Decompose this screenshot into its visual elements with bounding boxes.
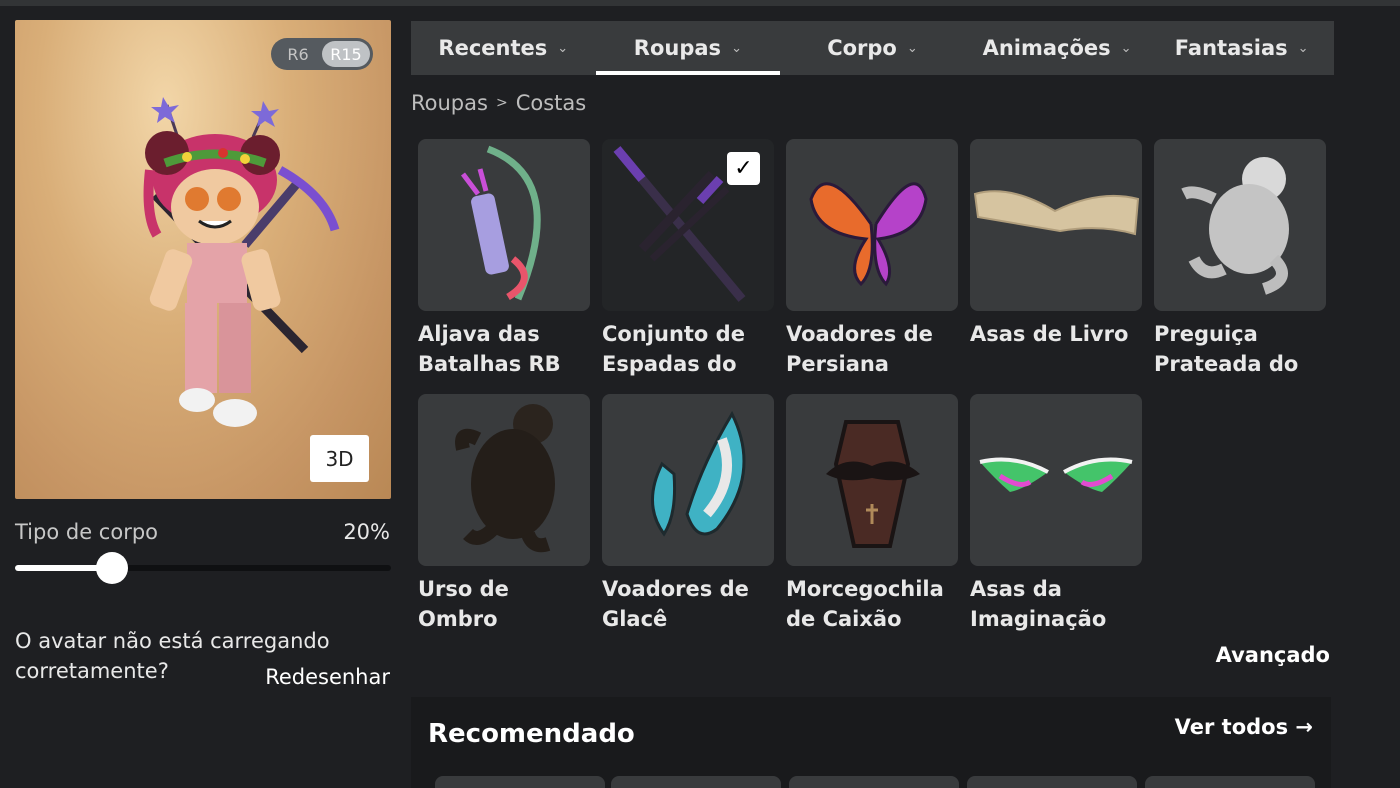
rainbow-wings-icon: [979, 457, 1133, 492]
item-card[interactable]: Aljava das Batalhas RB: [418, 139, 590, 379]
item-thumbnail[interactable]: [418, 394, 590, 566]
recommended-card[interactable]: [1145, 776, 1315, 788]
recommended-card[interactable]: [967, 776, 1137, 788]
item-card[interactable]: Voadores de Persiana: [786, 139, 958, 379]
item-name: Aljava das Batalhas RB: [418, 322, 561, 376]
tab-label: Roupas: [633, 36, 722, 60]
body-type-slider[interactable]: [15, 552, 391, 584]
item-card[interactable]: Asas de Livro: [970, 139, 1142, 379]
tab-fantasias[interactable]: Fantasias ⌄: [1149, 21, 1334, 75]
item-card[interactable]: Morcegochila de Caixão: [786, 394, 958, 634]
paper-wings-icon: [973, 190, 1140, 236]
item-thumbnail[interactable]: [418, 139, 590, 311]
tab-roupas[interactable]: Roupas ⌄: [595, 21, 781, 75]
item-name: Morcegochila de Caixão: [786, 577, 944, 631]
item-thumbnail[interactable]: [970, 139, 1142, 311]
tab-label: Fantasias: [1174, 36, 1288, 60]
item-name: Conjunto de Espadas do: [602, 322, 745, 376]
recommended-section: Recomendado Ver todos →: [411, 697, 1331, 788]
tab-animacoes[interactable]: Animações ⌄: [965, 21, 1150, 75]
recommended-card[interactable]: [789, 776, 959, 788]
avatar-figure: [143, 97, 340, 427]
tab-corpo[interactable]: Corpo ⌄: [780, 21, 965, 75]
item-card[interactable]: Voadores de Glacê: [602, 394, 774, 634]
breadcrumb: Roupas > Costas: [411, 91, 586, 115]
rig-r15-option[interactable]: R15: [322, 41, 370, 67]
item-thumbnail[interactable]: [970, 394, 1142, 566]
item-card[interactable]: Urso de Ombro: [418, 394, 590, 634]
tab-label: Corpo: [827, 36, 897, 60]
top-border: [0, 0, 1400, 6]
chevron-right-icon: >: [495, 95, 508, 111]
body-type-value: 20%: [343, 520, 390, 544]
sloth-icon: [1181, 157, 1289, 295]
item-name: Voadores de Persiana: [786, 322, 933, 376]
redraw-link[interactable]: Redesenhar: [265, 665, 390, 689]
chevron-down-icon: ⌄: [1297, 40, 1309, 56]
chevron-down-icon: ⌄: [1120, 40, 1132, 56]
butterfly-wings-icon: [809, 182, 928, 287]
view-3d-button[interactable]: 3D: [310, 435, 369, 482]
advanced-button[interactable]: Avançado: [1216, 643, 1330, 667]
category-tabs: Recentes ⌄ Roupas ⌄ Corpo ⌄ Animações ⌄ Fant…: [411, 21, 1334, 75]
checkmark-icon: ✓: [727, 152, 760, 185]
breadcrumb-current: Costas: [515, 91, 587, 115]
tab-recentes[interactable]: Recentes ⌄: [411, 21, 596, 75]
item-name: Asas de Livro: [970, 322, 1129, 346]
chevron-down-icon: ⌄: [906, 40, 918, 56]
item-name: Asas da Imaginação de: [970, 577, 1107, 631]
bear-icon: [455, 404, 555, 553]
coffin-bat-icon: [826, 420, 920, 548]
recommended-card[interactable]: [611, 776, 781, 788]
item-thumbnail[interactable]: [786, 394, 958, 566]
item-thumbnail[interactable]: [602, 394, 774, 566]
item-name: Voadores de Glacê: [602, 577, 749, 631]
quiver-icon: [461, 145, 541, 301]
body-type-label: Tipo de corpo: [15, 520, 159, 544]
avatar-preview[interactable]: R6 R15 3D: [15, 20, 391, 499]
item-thumbnail[interactable]: [1154, 139, 1326, 311]
rig-toggle[interactable]: R6 R15: [271, 38, 373, 70]
chevron-down-icon: ⌄: [731, 40, 742, 56]
tab-label: Recentes: [438, 36, 548, 60]
tab-label: Animações: [982, 36, 1111, 60]
chevron-down-icon: ⌄: [557, 40, 569, 56]
item-thumbnail[interactable]: [786, 139, 958, 311]
item-thumbnail[interactable]: ✓: [602, 139, 774, 311]
item-card[interactable]: Preguiça Prateada do: [1154, 139, 1326, 379]
item-card[interactable]: ✓ Conjunto de Espadas do: [602, 139, 774, 379]
item-name: Urso de Ombro: [418, 577, 509, 631]
see-all-link[interactable]: Ver todos →: [1175, 715, 1313, 739]
recommended-title: Recomendado: [428, 719, 635, 749]
recommended-card[interactable]: [435, 776, 605, 788]
breadcrumb-parent[interactable]: Roupas: [411, 91, 488, 115]
slider-thumb[interactable]: [96, 552, 128, 584]
item-card[interactable]: Asas da Imaginação de: [970, 394, 1142, 634]
item-name: Preguiça Prateada do: [1154, 322, 1299, 376]
rig-r6-option[interactable]: R6: [274, 41, 322, 67]
frosting-wings-icon: [651, 410, 746, 537]
